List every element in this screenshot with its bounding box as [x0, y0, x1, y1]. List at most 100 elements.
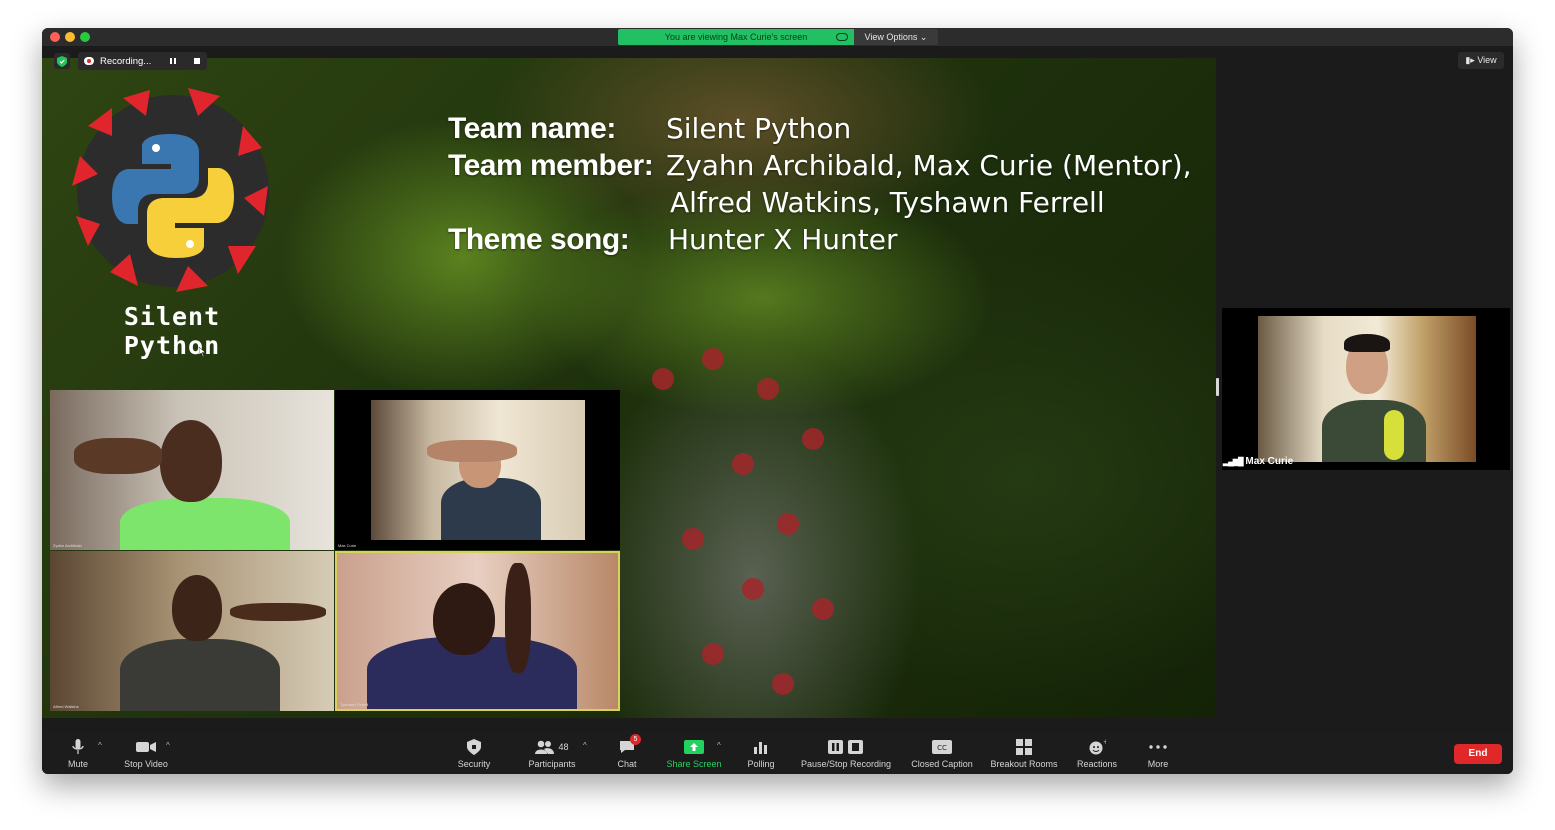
- share-screen-button[interactable]: Share Screen: [664, 738, 724, 769]
- speaker-name-label: ▂▄▆█ Max Curie: [1223, 456, 1293, 467]
- logo-caption: Silent Python: [123, 302, 221, 360]
- participants-options-caret[interactable]: ^: [583, 741, 587, 750]
- share-screen-label: Share Screen: [666, 759, 722, 769]
- participant-face: [160, 420, 222, 502]
- shared-screen: Silent Python Team name: Silent Python T…: [42, 58, 1216, 718]
- video-tile[interactable]: Alfred Watkins: [50, 551, 334, 711]
- stop-icon[interactable]: [193, 57, 201, 65]
- tile-name-label: Tyshawn Ferrell: [340, 702, 369, 707]
- share-options-caret[interactable]: ^: [717, 741, 721, 750]
- virus-spike: [742, 578, 764, 600]
- svg-text:+: +: [1103, 739, 1106, 746]
- participants-icon: 48: [522, 738, 582, 756]
- video-camera-icon: [120, 738, 172, 756]
- view-icon: ▮▸: [1465, 55, 1475, 65]
- python-logo-icon: [72, 88, 269, 292]
- microphone-icon: [64, 738, 92, 756]
- meeting-toolbar: Mute ^ Stop Video ^ Security 48 Particip…: [42, 732, 1513, 774]
- tile-name-label: Zyahn Archibald: [53, 543, 82, 548]
- participant-face: [74, 438, 162, 474]
- virus-spike: [777, 513, 799, 535]
- virus-spike: [702, 348, 724, 370]
- closed-caption-button[interactable]: CC Closed Caption: [908, 738, 976, 769]
- stop-video-label: Stop Video: [124, 759, 168, 769]
- slide-key: Team name:: [448, 112, 616, 145]
- polling-label: Polling: [747, 759, 775, 769]
- shield-check-icon[interactable]: [54, 53, 70, 69]
- participants-count: 48: [558, 742, 569, 752]
- mute-options-caret[interactable]: ^: [98, 741, 102, 750]
- participant-face: [505, 563, 531, 673]
- virus-spike: [772, 673, 794, 695]
- participant-body: [1322, 400, 1426, 462]
- slide-key: Theme song:: [448, 223, 630, 256]
- view-layout-button[interactable]: ▮▸ View: [1458, 52, 1504, 69]
- chat-bubble-icon: 5: [612, 734, 642, 756]
- stop-video-button[interactable]: Stop Video: [120, 738, 172, 769]
- window-minimize-button[interactable]: [65, 32, 75, 42]
- recording-cloud-icon: [84, 57, 94, 65]
- security-button[interactable]: Security: [452, 738, 496, 769]
- breakout-rooms-button[interactable]: Breakout Rooms: [988, 738, 1060, 769]
- title-bar: You are viewing Max Curie's screen View …: [42, 28, 1513, 46]
- chat-button[interactable]: 5 Chat: [612, 734, 642, 769]
- window-close-button[interactable]: [50, 32, 60, 42]
- reactions-button[interactable]: + Reactions: [1074, 738, 1120, 769]
- viewing-banner-text: You are viewing Max Curie's screen: [664, 32, 808, 42]
- recording-label: Recording...: [100, 55, 152, 67]
- breakout-rooms-icon: [988, 738, 1060, 756]
- recording-status-bar: Recording...: [54, 52, 208, 70]
- window-maximize-button[interactable]: [80, 32, 90, 42]
- cloud-icon: [836, 33, 848, 41]
- slide-value: Silent Python: [666, 112, 852, 145]
- tile-name-label: Alfred Watkins: [53, 704, 79, 709]
- slide-value: Hunter X Hunter: [668, 223, 898, 256]
- participants-button[interactable]: 48 Participants: [522, 738, 582, 769]
- mute-label: Mute: [67, 759, 88, 769]
- participant-face: [433, 583, 495, 655]
- more-label: More: [1147, 759, 1169, 769]
- video-tile[interactable]: Max Curie: [335, 390, 620, 550]
- slide-value: Alfred Watkins, Tyshawn Ferrell: [670, 186, 1105, 219]
- closed-caption-label: Closed Caption: [911, 759, 973, 769]
- end-meeting-button[interactable]: End: [1454, 744, 1502, 764]
- security-label: Security: [457, 759, 491, 769]
- participant-face: [172, 575, 222, 641]
- security-shield-icon: [452, 738, 496, 756]
- closed-caption-icon: CC: [908, 738, 976, 756]
- speaker-name: Max Curie: [1245, 456, 1294, 467]
- virus-spike: [702, 643, 724, 665]
- participant-body-accent: [1384, 410, 1404, 460]
- view-options-dropdown[interactable]: View Options ⌄: [854, 29, 938, 45]
- polling-button[interactable]: Polling: [744, 738, 778, 769]
- breakout-rooms-label: Breakout Rooms: [990, 759, 1058, 769]
- virus-spike: [732, 453, 754, 475]
- participant-body: [441, 478, 541, 540]
- virus-spike: [812, 598, 834, 620]
- pause-icon[interactable]: [169, 57, 177, 65]
- video-frame: [1258, 316, 1476, 462]
- video-options-caret[interactable]: ^: [166, 741, 170, 750]
- slide-key: Team member:: [448, 149, 654, 182]
- mute-button[interactable]: Mute: [64, 738, 92, 769]
- pause-stop-recording-icon: [798, 738, 894, 756]
- share-screen-icon: [664, 738, 724, 756]
- recording-indicator: Recording...: [78, 52, 208, 70]
- reactions-label: Reactions: [1076, 759, 1118, 769]
- pause-stop-recording-button[interactable]: Pause/Stop Recording: [798, 738, 894, 769]
- participant-face: [427, 440, 517, 462]
- video-tile[interactable]: Tyshawn Ferrell: [335, 551, 620, 711]
- speaker-thumbnail[interactable]: [1222, 308, 1510, 470]
- video-tile[interactable]: Zyahn Archibald: [50, 390, 334, 550]
- chat-unread-badge: 5: [630, 734, 641, 745]
- viewing-screen-banner: You are viewing Max Curie's screen: [618, 29, 854, 45]
- participant-hair: [1344, 334, 1390, 352]
- smiley-plus-icon: +: [1074, 738, 1120, 756]
- panel-resize-handle[interactable]: [1216, 378, 1219, 396]
- meeting-stage: Silent Python Team name: Silent Python T…: [42, 46, 1513, 732]
- tile-name-label: Max Curie: [338, 543, 357, 548]
- virus-spike: [682, 528, 704, 550]
- participant-face: [230, 603, 326, 621]
- virus-spike: [757, 378, 779, 400]
- more-button[interactable]: More: [1142, 738, 1174, 769]
